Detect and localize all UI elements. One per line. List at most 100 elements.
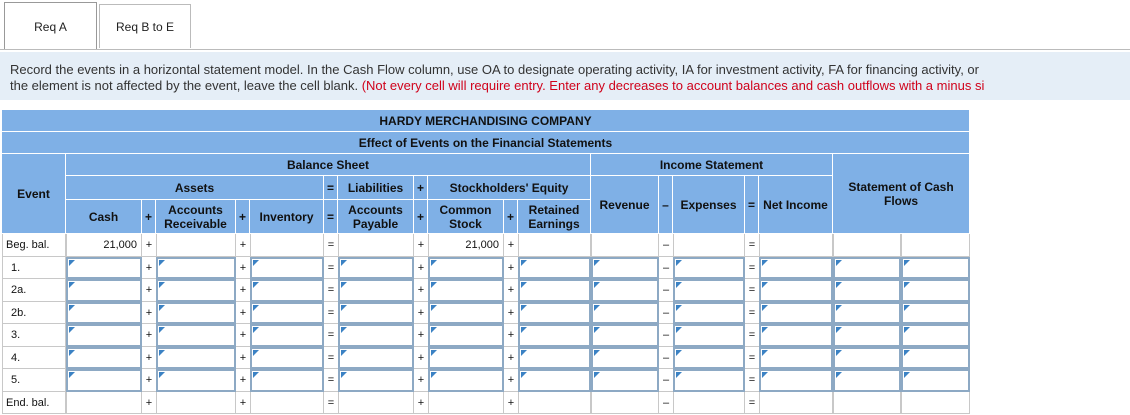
operator-plus: + xyxy=(142,347,156,369)
dropdown-marker-icon xyxy=(836,260,842,266)
dropdown-marker-icon xyxy=(676,350,682,356)
input-cash[interactable] xyxy=(66,347,142,369)
input-re[interactable] xyxy=(518,279,591,302)
input-cash[interactable] xyxy=(66,302,142,324)
input-exp[interactable] xyxy=(673,257,745,279)
input-cs xyxy=(428,392,504,414)
income-statement-header: Income Statement xyxy=(591,154,833,176)
cash-flow-activity-input[interactable] xyxy=(901,257,970,279)
operator-plus: + xyxy=(504,347,518,369)
operator-eq: = xyxy=(324,302,338,324)
dropdown-marker-icon xyxy=(521,327,527,333)
operator-minus: – xyxy=(659,369,673,392)
input-ni[interactable] xyxy=(759,257,833,279)
input-rev[interactable] xyxy=(591,257,659,279)
input-exp[interactable] xyxy=(673,347,745,369)
input-cs[interactable] xyxy=(428,257,504,279)
operator-plus: + xyxy=(236,347,250,369)
input-rev[interactable] xyxy=(591,324,659,347)
operator-plus: + xyxy=(236,257,250,279)
input-ni[interactable] xyxy=(759,347,833,369)
input-cs[interactable] xyxy=(428,347,504,369)
plus-operator: + xyxy=(414,200,428,234)
cash-flow-activity-input[interactable] xyxy=(901,279,970,302)
input-ap[interactable] xyxy=(338,257,414,279)
cash-flow-activity-input[interactable] xyxy=(901,369,970,392)
input-cs[interactable] xyxy=(428,369,504,392)
input-inv[interactable] xyxy=(250,302,324,324)
input-ap[interactable] xyxy=(338,347,414,369)
operator-plus: + xyxy=(142,257,156,279)
accounts-receivable-header: Accounts Receivable xyxy=(156,200,236,234)
cash-flow-amount-input[interactable] xyxy=(833,302,901,324)
dropdown-marker-icon xyxy=(762,372,768,378)
input-ni[interactable] xyxy=(759,279,833,302)
operator-minus: – xyxy=(659,324,673,347)
operator-eq: = xyxy=(745,257,759,279)
input-re[interactable] xyxy=(518,257,591,279)
operator-eq: = xyxy=(745,392,759,414)
dropdown-marker-icon xyxy=(521,260,527,266)
input-exp[interactable] xyxy=(673,324,745,347)
input-ar[interactable] xyxy=(156,324,236,347)
input-rev[interactable] xyxy=(591,347,659,369)
dropdown-marker-icon xyxy=(341,372,347,378)
input-ap[interactable] xyxy=(338,369,414,392)
cash-flow-amount-input[interactable] xyxy=(833,347,901,369)
input-ap[interactable] xyxy=(338,302,414,324)
input-re[interactable] xyxy=(518,324,591,347)
input-inv[interactable] xyxy=(250,279,324,302)
input-cash[interactable] xyxy=(66,279,142,302)
cash-flow-activity-input[interactable] xyxy=(901,324,970,347)
input-re[interactable] xyxy=(518,347,591,369)
input-ap[interactable] xyxy=(338,279,414,302)
input-cash[interactable] xyxy=(66,324,142,347)
dropdown-marker-icon xyxy=(904,327,910,333)
input-ni[interactable] xyxy=(759,369,833,392)
input-re[interactable] xyxy=(518,369,591,392)
operator-plus: + xyxy=(504,392,518,414)
operator-eq: = xyxy=(324,279,338,302)
dropdown-marker-icon xyxy=(159,305,165,311)
cash-flow-activity-input[interactable] xyxy=(901,347,970,369)
input-inv[interactable] xyxy=(250,324,324,347)
input-ar[interactable] xyxy=(156,279,236,302)
input-inv[interactable] xyxy=(250,347,324,369)
operator-plus: + xyxy=(414,324,428,347)
input-ni[interactable] xyxy=(759,302,833,324)
input-inv[interactable] xyxy=(250,369,324,392)
equals-operator: = xyxy=(324,200,338,234)
input-cs[interactable] xyxy=(428,302,504,324)
input-ap[interactable] xyxy=(338,324,414,347)
operator-minus: – xyxy=(659,279,673,302)
input-exp[interactable] xyxy=(673,302,745,324)
input-cs[interactable] xyxy=(428,324,504,347)
operator-plus: + xyxy=(414,369,428,392)
input-exp xyxy=(673,234,745,257)
input-inv[interactable] xyxy=(250,257,324,279)
dropdown-marker-icon xyxy=(594,282,600,288)
input-rev[interactable] xyxy=(591,369,659,392)
cash-flow-amount-input[interactable] xyxy=(833,369,901,392)
cash-flow-activity-input[interactable] xyxy=(901,302,970,324)
input-cash[interactable] xyxy=(66,257,142,279)
plus-operator: + xyxy=(504,200,518,234)
cash-flow-amount-input[interactable] xyxy=(833,257,901,279)
input-rev[interactable] xyxy=(591,302,659,324)
input-rev[interactable] xyxy=(591,279,659,302)
input-exp[interactable] xyxy=(673,279,745,302)
input-exp[interactable] xyxy=(673,369,745,392)
cash-flow-amount-input[interactable] xyxy=(833,324,901,347)
input-cash xyxy=(66,392,142,414)
input-ar[interactable] xyxy=(156,347,236,369)
input-ar[interactable] xyxy=(156,257,236,279)
cash-flow-amount-input[interactable] xyxy=(833,279,901,302)
input-cs[interactable] xyxy=(428,279,504,302)
input-re[interactable] xyxy=(518,302,591,324)
input-ar[interactable] xyxy=(156,302,236,324)
input-ar[interactable] xyxy=(156,369,236,392)
input-ni[interactable] xyxy=(759,324,833,347)
dropdown-marker-icon xyxy=(762,282,768,288)
input-cash[interactable] xyxy=(66,369,142,392)
dropdown-marker-icon xyxy=(341,260,347,266)
